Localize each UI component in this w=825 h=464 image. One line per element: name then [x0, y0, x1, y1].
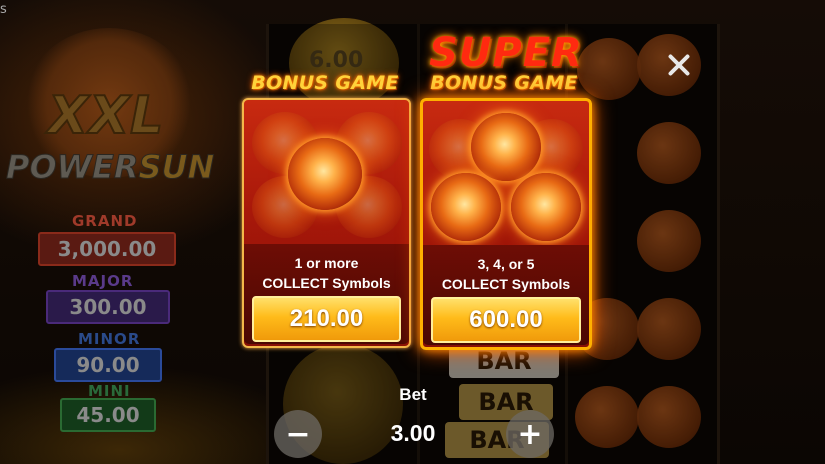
- bet-label: Bet: [399, 385, 427, 404]
- logo-power-sun-text: POWERSUN: [5, 148, 215, 187]
- jackpot-mini-value: 45.00: [60, 398, 156, 432]
- super-title: SUPER: [429, 30, 583, 76]
- super-bonus-game-condition: 3, 4, or 5: [477, 256, 535, 272]
- logo-power-word: POWER: [5, 148, 139, 187]
- jackpot-major-value: 300.00: [46, 290, 170, 324]
- jackpot-minor-label: MINOR: [78, 330, 141, 348]
- bet-decrease-button[interactable]: −: [274, 410, 322, 458]
- super-bonus-game-symbols-text: COLLECT Symbols: [441, 276, 571, 292]
- jackpot-grand-value: 3,000.00: [38, 232, 176, 266]
- bonus-game-buy-button[interactable]: 210.00: [252, 296, 401, 342]
- super-bonus-game-buy-button[interactable]: 600.00: [431, 297, 581, 343]
- jackpot-minor-value: 90.00: [54, 348, 162, 382]
- logo-sun-word: SUN: [138, 148, 215, 187]
- corner-glyph: s: [0, 2, 7, 17]
- jackpot-major-label: MAJOR: [72, 272, 134, 290]
- jackpot-grand-label: GRAND: [72, 212, 138, 230]
- close-icon[interactable]: [666, 52, 692, 78]
- sun-symbol-icon: [471, 113, 541, 181]
- sun-symbol-icon: [288, 138, 362, 210]
- bet-value: 3.00: [390, 420, 436, 446]
- bonus-game-symbols-text: COLLECT Symbols: [262, 275, 391, 291]
- super-bonus-game-card[interactable]: 3, 4, or 5 COLLECT Symbols 600.00: [420, 98, 592, 350]
- super-bonus-game-title: BONUS GAME: [430, 72, 578, 94]
- sun-symbol-icon: [511, 173, 581, 241]
- bonus-game-title: BONUS GAME: [251, 72, 399, 94]
- logo-xxl-text: XXL: [47, 85, 165, 147]
- bonus-game-card[interactable]: 1 or more COLLECT Symbols 210.00: [242, 98, 411, 348]
- bet-increase-button[interactable]: +: [506, 410, 554, 458]
- sun-symbol-icon: [431, 173, 501, 241]
- bonus-game-condition: 1 or more: [294, 255, 359, 271]
